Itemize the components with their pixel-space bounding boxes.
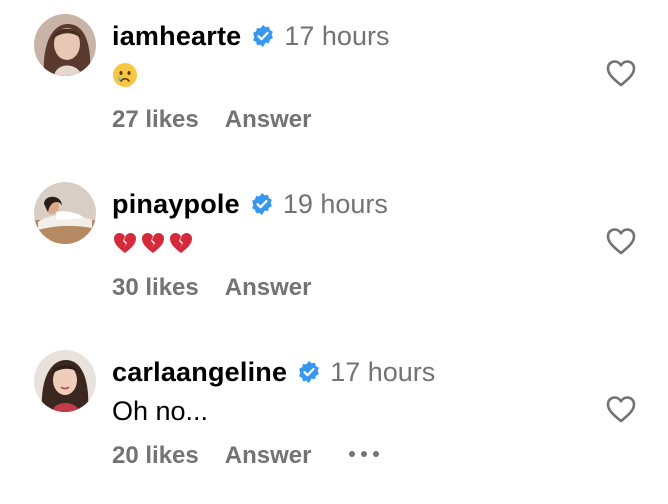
comment-actions: 20 likes Answer [112,442,380,470]
comment-text [112,226,196,260]
comment-header: carlaangeline 17 hours [112,354,435,390]
comment-item: carlaangeline 17 hours Oh no... 20 likes… [0,336,668,504]
likes-count[interactable]: 20 likes [112,442,199,470]
username[interactable]: pinaypole [112,189,240,220]
comment-header: pinaypole 19 hours [112,186,388,222]
verified-badge-icon [250,192,274,216]
timestamp: 17 hours [284,20,390,51]
broken-heart-icon [168,230,194,256]
username[interactable]: iamhearte [112,21,241,52]
broken-heart-icon [112,230,138,256]
answer-button[interactable]: Answer [225,106,312,134]
comment-item: iamhearte 17 hours 27 likes Answer [0,0,668,168]
more-options-icon[interactable] [349,451,380,461]
avatar[interactable] [34,14,96,76]
timestamp: 17 hours [330,356,436,387]
answer-button[interactable]: Answer [225,442,312,470]
likes-count[interactable]: 27 likes [112,106,199,134]
comment-header: iamhearte 17 hours [112,18,389,54]
avatar[interactable] [34,350,96,412]
heart-outline-icon[interactable] [605,226,637,256]
username[interactable]: carlaangeline [112,357,287,388]
comment-text [112,58,140,92]
avatar[interactable] [34,182,96,244]
verified-badge-icon [297,360,321,384]
answer-button[interactable]: Answer [225,274,312,302]
broken-heart-icon [140,230,166,256]
comment-item: pinaypole 19 hours 30 likes Answer [0,168,668,336]
comment-actions: 30 likes Answer [112,274,311,302]
heart-outline-icon[interactable] [605,394,637,424]
verified-badge-icon [251,24,275,48]
likes-count[interactable]: 30 likes [112,274,199,302]
comment-actions: 27 likes Answer [112,106,311,134]
comment-text: Oh no... [112,395,209,426]
timestamp: 19 hours [282,188,388,219]
crying-face-icon [112,62,138,88]
heart-outline-icon[interactable] [605,58,637,88]
